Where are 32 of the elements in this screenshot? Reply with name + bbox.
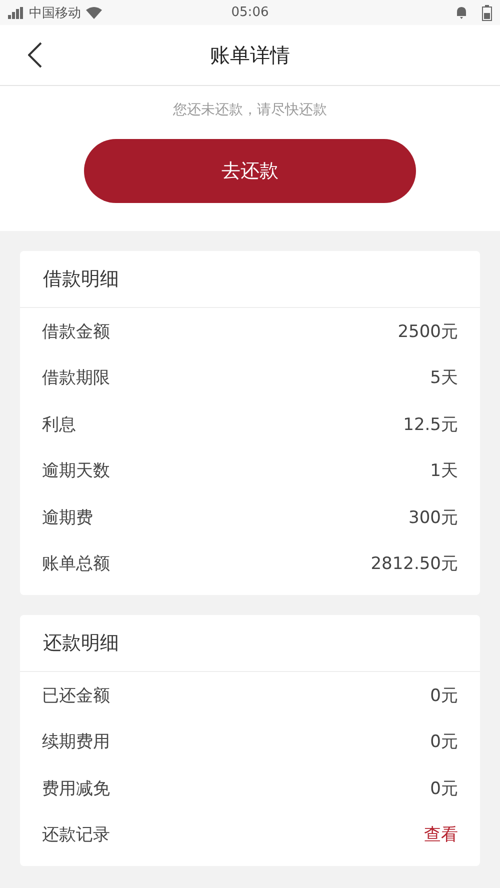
back-icon[interactable]: [28, 42, 42, 68]
row-label: 账单总额: [42, 553, 110, 576]
view-link[interactable]: 查看: [424, 823, 458, 846]
row-value: 0元: [430, 778, 458, 800]
bell-icon: [455, 6, 468, 19]
repay-button[interactable]: 去还款: [84, 139, 416, 203]
row-value: 1天: [430, 460, 458, 482]
row-value: 300元: [408, 506, 458, 529]
row-value: 0元: [430, 731, 458, 754]
row-value: 5天: [430, 367, 458, 390]
row-label: 借款期限: [42, 367, 110, 390]
row-value: 0元: [430, 684, 458, 707]
page-title: 账单详情: [210, 42, 290, 68]
row-label: 还款记录: [42, 824, 110, 846]
clock-time: 05:06: [231, 5, 269, 20]
row-label: 逾期费: [42, 506, 93, 529]
row-value: 2812.50元: [370, 553, 458, 576]
battery-icon: [482, 4, 492, 20]
row-label: 利息: [42, 414, 76, 436]
notice-text: 您还未还款，请尽快还款: [173, 101, 327, 119]
wifi-icon: [86, 6, 102, 18]
row-label: 逾期天数: [42, 460, 110, 482]
signal-icon: [8, 6, 24, 18]
row-label: 借款金额: [42, 320, 110, 343]
row-value: 12.5元: [403, 414, 458, 436]
row-value: 2500元: [398, 320, 458, 343]
row-label: 续期费用: [42, 731, 110, 754]
section-title: 还款明细: [43, 631, 119, 656]
carrier-name: 中国移动: [29, 4, 81, 22]
row-label: 已还金额: [42, 684, 110, 707]
row-label: 费用减免: [42, 778, 110, 800]
section-title: 借款明细: [43, 267, 119, 292]
